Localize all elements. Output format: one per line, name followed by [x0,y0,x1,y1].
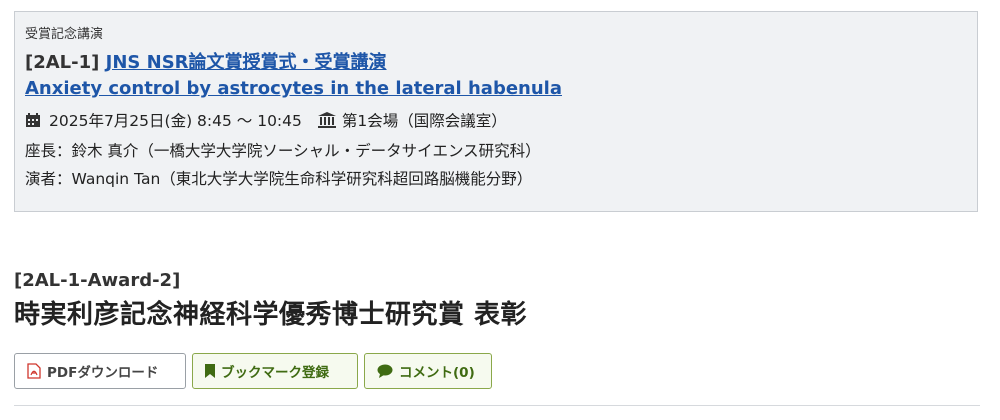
bookmark-label: ブックマーク登録 [221,365,329,381]
session-category: 受賞記念講演 [25,27,104,42]
session-chair: 座長：鈴木 真介（一橋大学大学院ソーシャル・データサイエンス研究科） [25,142,541,160]
session-meta: 2025年7月25日(金) 8:45 〜 10:45 第1会場（国際会議室） [25,110,967,132]
session-title-row: [2AL-1] JNS NSR論文賞授賞式・受賞講演 [25,50,967,76]
session-code: [2AL-1] [25,52,100,73]
session-datetime: 2025年7月25日(金) 8:45 〜 10:45 [49,112,302,130]
building-icon [317,112,336,130]
pdf-file-icon [27,363,41,379]
action-buttons: PDFダウンロード ブックマーク登録 コメント(0) [14,353,492,389]
session-title-link[interactable]: JNS NSR論文賞授賞式・受賞講演 [106,52,387,73]
session-subtitle-link[interactable]: Anxiety control by astrocytes in the lat… [25,78,562,99]
divider [14,405,980,406]
award-code: [2AL-1-Award-2] [14,270,181,291]
session-presenter: 演者：Wanqin Tan（東北大学大学院生命科学研究科超回路脳機能分野） [25,170,533,188]
session-card: 受賞記念講演 [2AL-1] JNS NSR論文賞授賞式・受賞講演 Anxiet… [14,11,978,212]
comment-icon [377,364,393,378]
bookmark-button[interactable]: ブックマーク登録 [192,353,358,389]
pdf-download-button[interactable]: PDFダウンロード [14,353,186,389]
comment-label: コメント(0) [399,365,475,381]
pdf-download-label: PDFダウンロード [47,365,159,381]
calendar-icon [25,112,43,130]
bookmark-icon [205,364,215,378]
award-title: 時実利彦記念神経科学優秀博士研究賞 表彰 [14,300,528,330]
session-subtitle-row: Anxiety control by astrocytes in the lat… [25,76,967,102]
comment-button[interactable]: コメント(0) [364,353,492,389]
session-venue: 第1会場（国際会議室） [341,112,507,130]
